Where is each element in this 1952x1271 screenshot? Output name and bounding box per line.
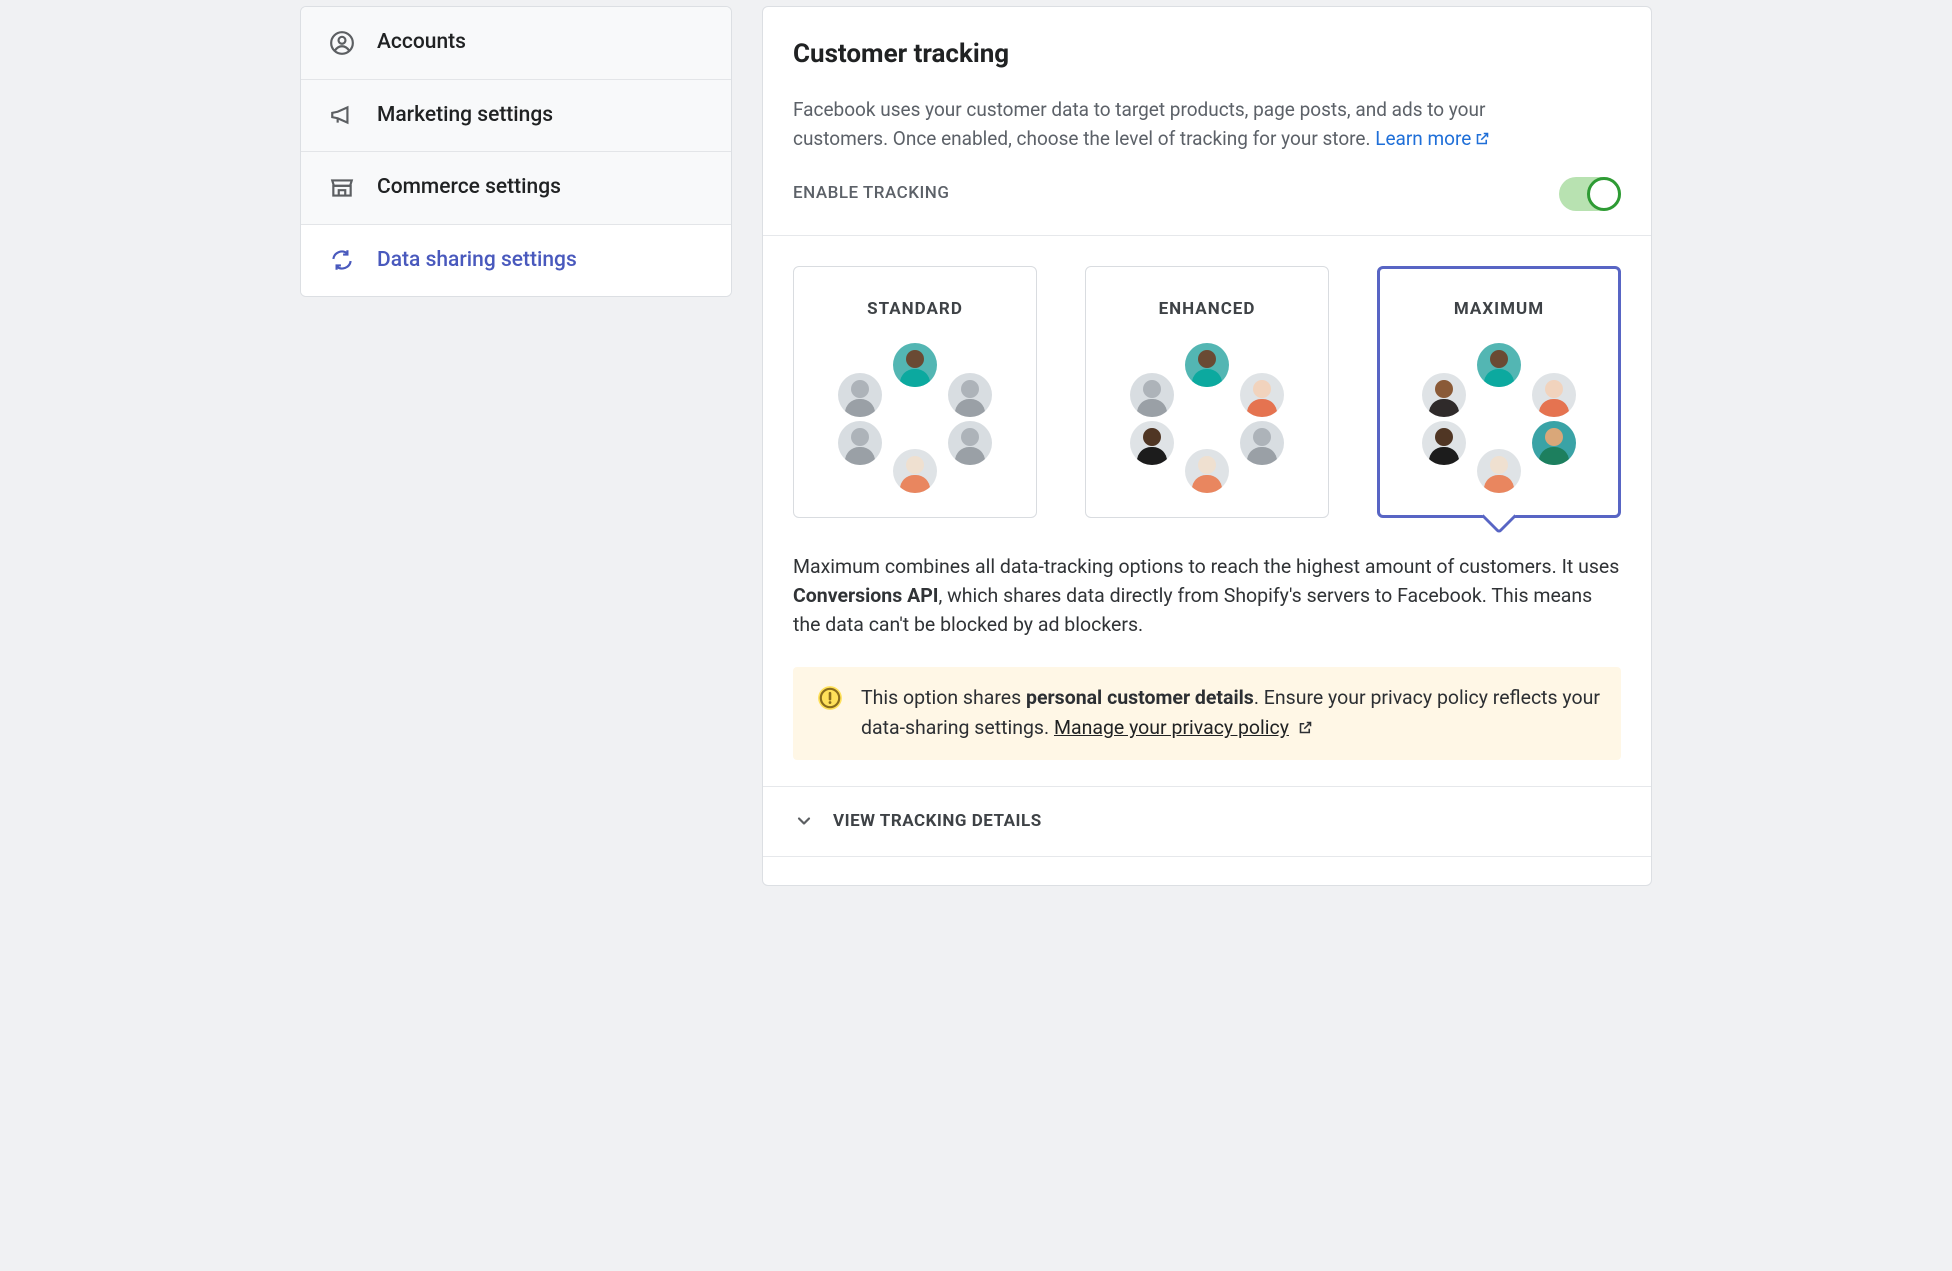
sidebar-item-label: Commerce settings — [377, 172, 561, 204]
enable-tracking-toggle[interactable] — [1559, 177, 1621, 211]
option-title: STANDARD — [804, 297, 1026, 323]
warning-icon — [817, 685, 843, 711]
warning-text: This option shares personal customer det… — [861, 683, 1601, 743]
learn-more-link[interactable]: Learn more — [1375, 127, 1490, 150]
sidebar-item-label: Accounts — [377, 27, 466, 59]
sidebar-item-data-sharing[interactable]: Data sharing settings — [301, 225, 731, 297]
sidebar-item-commerce[interactable]: Commerce settings — [301, 152, 731, 225]
manage-privacy-policy-link[interactable]: Manage your privacy policy — [1054, 716, 1289, 739]
option-enhanced[interactable]: ENHANCED — [1085, 266, 1329, 518]
page-title: Customer tracking — [793, 35, 1621, 74]
page-description: Facebook uses your customer data to targ… — [793, 96, 1563, 153]
option-title: ENHANCED — [1096, 297, 1318, 323]
option-standard[interactable]: STANDARD — [793, 266, 1037, 518]
details-toggle-label: VIEW TRACKING DETAILS — [833, 809, 1042, 835]
avatar-illustration — [1122, 343, 1292, 493]
sync-icon — [329, 247, 355, 273]
storefront-icon — [329, 175, 355, 201]
option-maximum[interactable]: MAXIMUM — [1377, 266, 1621, 518]
toggle-knob — [1587, 177, 1621, 211]
megaphone-icon — [329, 102, 355, 128]
privacy-warning-banner: This option shares personal customer det… — [793, 667, 1621, 759]
option-title: MAXIMUM — [1388, 297, 1610, 323]
main-panel: Customer tracking Facebook uses your cus… — [762, 6, 1652, 886]
sidebar-item-marketing[interactable]: Marketing settings — [301, 80, 731, 153]
sidebar-item-accounts[interactable]: Accounts — [301, 7, 731, 80]
selected-option-description: Maximum combines all data-tracking optio… — [763, 528, 1651, 646]
external-link-icon — [1298, 714, 1313, 729]
chevron-down-icon — [793, 810, 815, 832]
avatar-illustration — [830, 343, 1000, 493]
sidebar-item-label: Data sharing settings — [377, 245, 577, 277]
user-circle-icon — [329, 30, 355, 56]
settings-sidebar: Accounts Marketing settings Commerce set… — [300, 6, 732, 297]
avatar-illustration — [1414, 343, 1584, 493]
tracking-level-options: STANDARD ENHANCED — [763, 235, 1651, 528]
view-tracking-details-toggle[interactable]: VIEW TRACKING DETAILS — [763, 786, 1651, 858]
external-link-icon — [1475, 126, 1490, 141]
sidebar-item-label: Marketing settings — [377, 100, 553, 132]
enable-tracking-label: ENABLE TRACKING — [793, 181, 949, 207]
